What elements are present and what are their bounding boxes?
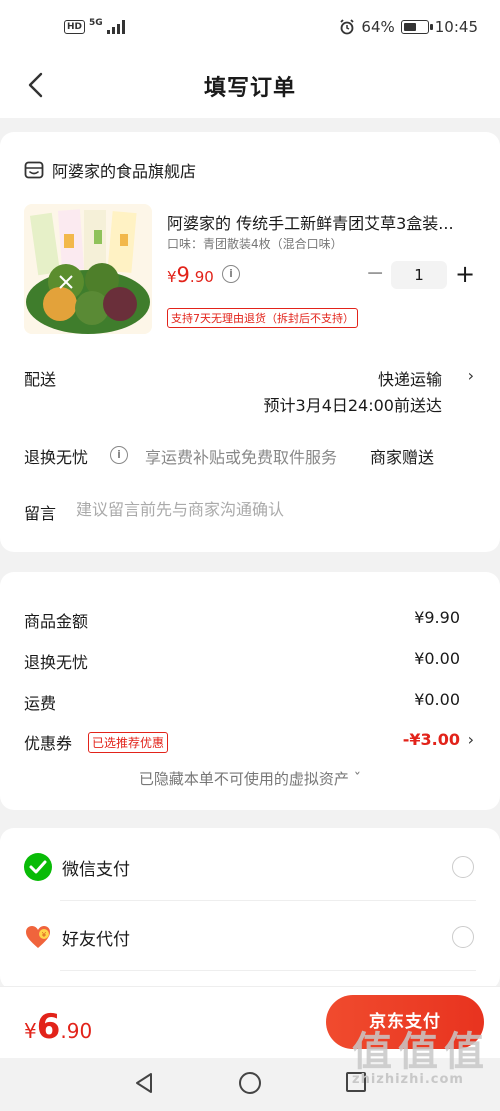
shop-header[interactable]: 阿婆家的食品旗舰店: [24, 158, 196, 182]
price-summary-card: 商品金额 ¥9.90 退换无忧 ¥0.00 运费 ¥0.00 优惠券 已选推荐优…: [0, 572, 500, 810]
nav-back-icon[interactable]: [134, 1072, 154, 1094]
price-integer: 9: [176, 263, 190, 287]
summary-label-return: 退换无忧: [24, 653, 89, 672]
battery-fill: [403, 23, 417, 31]
friend-pay-icon: ¥: [26, 926, 50, 948]
total-price: ¥ 6 .90: [24, 1007, 92, 1047]
divider: [60, 970, 476, 971]
product-title[interactable]: 阿婆家的 传统手工新鲜青团艾草3盒装...: [167, 210, 477, 234]
clock: 10:45: [434, 18, 478, 36]
chevron-right-icon[interactable]: ›: [468, 366, 474, 385]
delivery-method[interactable]: 快递运输: [378, 366, 442, 390]
return-service-desc: 享运费补贴或免费取件服务: [145, 448, 338, 467]
product-spec[interactable]: 口味：青团散装4枚（混合口味）: [167, 235, 343, 252]
summary-label-goods: 商品金额: [24, 612, 89, 631]
delivery-eta[interactable]: 预计3月4日24:00前送达: [264, 392, 442, 416]
alarm-icon: [340, 19, 355, 35]
battery-icon: [400, 20, 433, 34]
status-right: 64% 10:45: [339, 18, 478, 36]
pay-method-label: 微信支付: [62, 859, 130, 880]
delivery-label: 配送: [24, 370, 57, 389]
watermark-glyphs: 值值值: [352, 1029, 490, 1075]
product-price: ¥ 9 .90: [167, 263, 214, 287]
coupon-value[interactable]: -¥3.00: [403, 730, 460, 749]
quantity-value[interactable]: 1: [391, 261, 447, 289]
wechat-pay-icon: [24, 853, 52, 881]
pay-method-wechat[interactable]: 微信支付: [24, 832, 476, 902]
shop-name: 阿婆家的食品旗舰店: [52, 162, 197, 181]
svg-text:¥: ¥: [42, 931, 47, 939]
total-decimal: .90: [60, 1019, 93, 1043]
header: 填写订单: [0, 60, 500, 118]
quantity-plus-button[interactable]: +: [455, 260, 475, 288]
store-icon: [24, 161, 44, 179]
network-label: 5G: [89, 18, 103, 28]
product-image[interactable]: [24, 204, 152, 334]
return-policy-tag: 支持7天无理由退货（拆封后不支持）: [167, 308, 358, 328]
status-bar: HD 5G 64% 10:45: [0, 0, 500, 60]
pay-method-radio[interactable]: [452, 926, 474, 948]
message-input[interactable]: [76, 500, 476, 519]
hidden-assets-toggle[interactable]: 已隐藏本单不可使用的虚拟资产 ˇ: [0, 768, 500, 789]
return-service-value: 商家赠送: [370, 448, 435, 467]
signal-icon: [106, 20, 125, 34]
price-symbol: ¥: [167, 268, 177, 286]
coupon-tag[interactable]: 已选推荐优惠: [88, 732, 169, 753]
total-integer: 6: [36, 1007, 61, 1047]
page-title: 填写订单: [203, 76, 296, 101]
coupon-chevron-icon[interactable]: ›: [468, 730, 474, 749]
coupon-label[interactable]: 优惠券: [24, 730, 72, 754]
nav-home-icon[interactable]: [239, 1072, 261, 1094]
watermark-site: zhizhizhi.com: [352, 1072, 464, 1087]
return-service-info-icon[interactable]: i: [110, 446, 128, 464]
summary-label-shipping: 运费: [24, 694, 57, 713]
return-service-label: 退换无忧: [24, 448, 89, 467]
battery-percent: 64%: [361, 18, 395, 36]
pay-method-friend[interactable]: ¥ 好友代付: [24, 902, 476, 972]
status-left: HD 5G: [64, 18, 127, 34]
pay-method-radio[interactable]: [452, 856, 474, 878]
total-symbol: ¥: [24, 1019, 37, 1043]
divider: [60, 900, 476, 901]
pay-method-label: 好友代付: [62, 929, 130, 950]
hd-icon: HD: [64, 20, 86, 34]
price-info-icon[interactable]: i: [222, 265, 240, 283]
quantity-minus-button[interactable]: −: [366, 262, 384, 286]
order-card: 阿婆家的食品旗舰店 阿婆家的 传统手工新鲜青团艾草3盒装... 口味：青团散装4…: [0, 132, 500, 552]
summary-value-goods: ¥9.90: [414, 608, 460, 627]
message-label: 留言: [24, 504, 57, 523]
payment-card: 微信支付 ¥ 好友代付: [0, 828, 500, 990]
watermark-logo: 值值值 zhizhizhi.com: [352, 1032, 490, 1087]
summary-value-return: ¥0.00: [414, 649, 460, 668]
summary-value-shipping: ¥0.00: [414, 690, 460, 709]
price-decimal: .90: [189, 268, 214, 286]
